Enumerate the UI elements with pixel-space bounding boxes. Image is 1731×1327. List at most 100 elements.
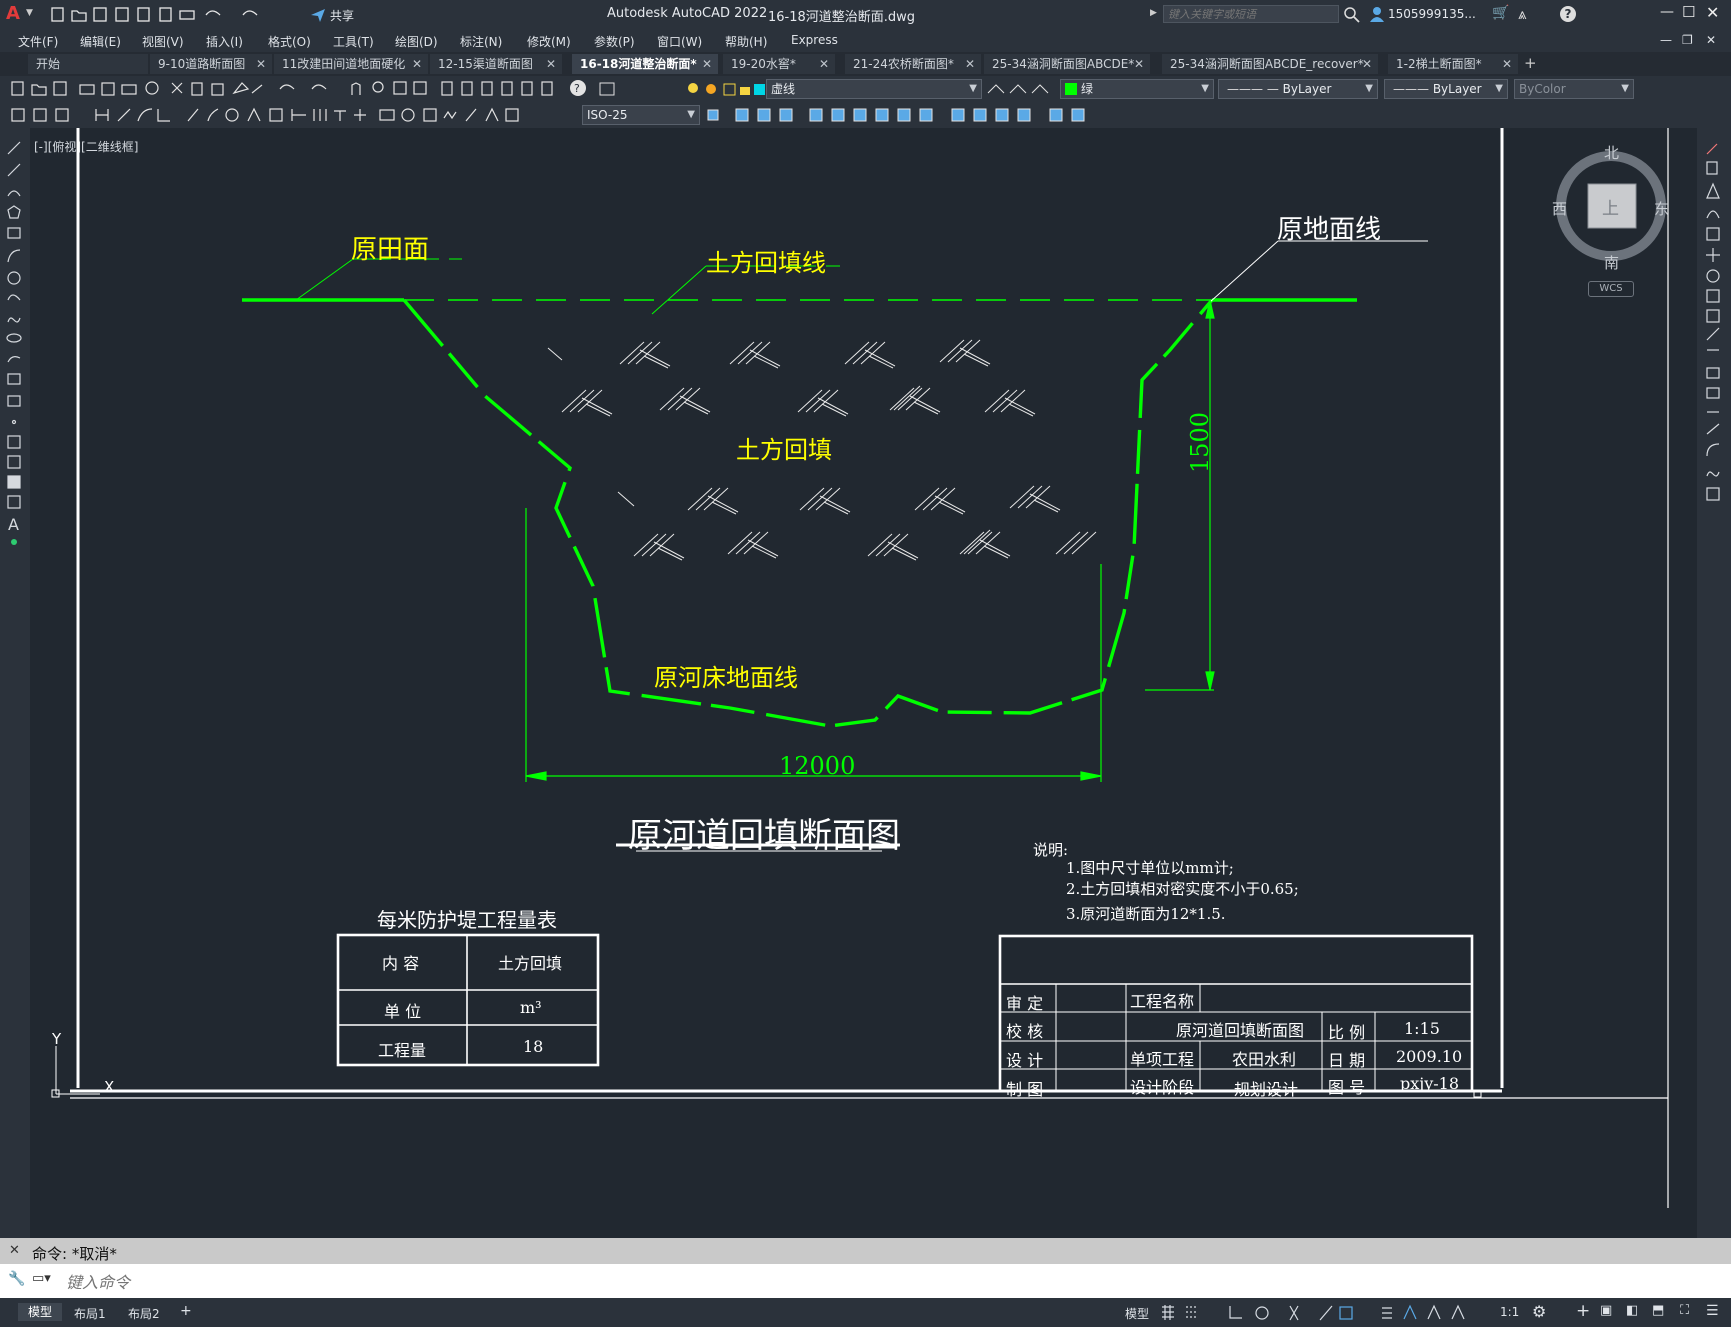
chamfer-icon[interactable] <box>1706 423 1720 435</box>
close-tab-icon[interactable]: ✕ <box>819 54 829 74</box>
trim-icon[interactable] <box>919 108 933 122</box>
object-snap-icon[interactable] <box>1339 1306 1353 1320</box>
wcs-menu[interactable]: WCS <box>1588 281 1634 297</box>
gear-icon[interactable]: ⚙ <box>1532 1302 1546 1321</box>
layout-tab-layout1[interactable]: 布局1 <box>74 1305 106 1322</box>
tab-file[interactable]: 25-34涵洞断面图ABCDE* ✕ <box>984 54 1150 74</box>
tab-file[interactable]: 19-20水窖* ✕ <box>723 54 835 74</box>
baseline-dim-icon[interactable] <box>291 109 306 121</box>
pan-icon[interactable] <box>351 82 361 95</box>
extend-icon[interactable] <box>951 108 965 122</box>
fillet-icon[interactable] <box>1049 108 1063 122</box>
lineweight-dropdown[interactable]: ——— ByLayer ▼ <box>1384 79 1508 99</box>
add-selected-icon[interactable] <box>11 539 17 545</box>
redo-icon[interactable] <box>311 84 327 90</box>
point-icon[interactable] <box>11 419 17 425</box>
layer-state-icon[interactable] <box>11 108 25 122</box>
array-icon[interactable] <box>1706 227 1720 241</box>
zoom-previous-icon[interactable] <box>413 81 427 95</box>
gradient-icon[interactable] <box>7 455 21 469</box>
construction-line-icon[interactable] <box>7 163 21 177</box>
blend-curves-icon[interactable] <box>1706 471 1720 477</box>
copy-icon[interactable] <box>735 108 749 122</box>
close-tab-icon[interactable]: ✕ <box>412 54 422 74</box>
isolate-objects-icon[interactable]: ▣ <box>1600 1303 1612 1318</box>
circle-icon[interactable] <box>7 271 21 285</box>
undo-icon[interactable] <box>279 84 295 90</box>
tab-file[interactable]: 25-34涵洞断面图ABCDE_recover* ✕ <box>1162 54 1378 74</box>
jogged-dim-icon[interactable] <box>207 108 219 122</box>
add-layout-button[interactable]: + <box>180 1303 192 1319</box>
grid-icon[interactable] <box>1162 1305 1174 1320</box>
tab-file[interactable]: 21-24农桥断面图* ✕ <box>845 54 981 74</box>
search-input[interactable] <box>1163 5 1339 23</box>
radius-dim-icon[interactable] <box>187 108 199 122</box>
layer-match-icon[interactable] <box>1009 84 1027 94</box>
polyline-icon[interactable] <box>7 190 21 197</box>
doc-restore-button[interactable]: ❐ <box>1682 33 1693 47</box>
trim-icon[interactable] <box>1706 327 1720 341</box>
copy-icon[interactable] <box>1706 161 1718 175</box>
doc-minimize-button[interactable]: — <box>1660 33 1672 47</box>
insert-block-icon[interactable] <box>7 373 21 385</box>
close-tab-icon[interactable]: ✕ <box>1134 54 1144 74</box>
stretch-icon[interactable] <box>897 108 911 122</box>
menu-modify[interactable]: 修改(M) <box>527 33 571 50</box>
make-current-icon[interactable] <box>987 84 1005 94</box>
close-tab-icon[interactable]: ✕ <box>965 54 975 74</box>
layer-unlock-icon[interactable] <box>740 87 750 95</box>
preview-icon[interactable] <box>101 82 115 96</box>
layer-iso-icon[interactable] <box>33 108 47 122</box>
mtext-icon[interactable]: A <box>8 515 19 534</box>
viewcube-north[interactable]: 北 <box>1604 142 1619 163</box>
close-tab-icon[interactable]: ✕ <box>256 54 266 74</box>
mirror-icon[interactable] <box>1706 182 1720 199</box>
annotation-scale-icon[interactable] <box>1451 1304 1465 1320</box>
rectangle-icon[interactable] <box>7 227 21 239</box>
arc-length-icon[interactable] <box>137 108 153 122</box>
markup-icon[interactable] <box>521 81 533 96</box>
continue-dim-icon[interactable] <box>313 109 327 121</box>
jogged-linear-icon[interactable] <box>443 110 457 120</box>
plus-icon[interactable]: + <box>1576 1301 1590 1321</box>
menu-format[interactable]: 格式(O) <box>268 33 311 50</box>
isodraft-icon[interactable] <box>1289 1305 1299 1321</box>
open-icon[interactable] <box>31 84 47 96</box>
layer-thaw-icon[interactable] <box>706 84 716 94</box>
auto-scale-icon[interactable] <box>1427 1304 1441 1320</box>
tool-palettes-icon[interactable] <box>481 81 493 96</box>
calculator-icon[interactable] <box>541 81 553 96</box>
break-point-icon[interactable] <box>1706 367 1720 379</box>
undo-icon[interactable] <box>205 10 221 16</box>
customize-icon[interactable]: 🔧 <box>8 1271 25 1287</box>
plot-preview-icon[interactable] <box>159 7 172 22</box>
spline-icon[interactable] <box>7 317 21 323</box>
autocad-logo-icon[interactable]: A <box>6 4 26 24</box>
plot-icon[interactable] <box>179 10 195 20</box>
table-icon[interactable] <box>7 495 21 509</box>
3d-dwf-icon[interactable] <box>145 81 159 95</box>
viewcube-top-face[interactable]: 上 <box>1602 194 1619 219</box>
model-space-button[interactable]: 模型 <box>1125 1305 1149 1322</box>
user-icon[interactable] <box>1369 6 1385 22</box>
customization-menu-icon[interactable]: ☰ <box>1706 1303 1719 1319</box>
ellipse-arc-icon[interactable] <box>7 356 21 363</box>
menu-draw[interactable]: 绘图(D) <box>395 33 438 50</box>
tab-start[interactable]: 开始 <box>28 54 148 74</box>
properties-icon[interactable] <box>441 81 453 96</box>
tolerance-icon[interactable] <box>379 109 395 121</box>
dim-style-icon[interactable] <box>707 109 719 121</box>
layer-color-swatch[interactable] <box>754 84 765 95</box>
tab-file[interactable]: 1-2梯土断面图* ✕ <box>1388 54 1518 74</box>
layer-dropdown[interactable]: 虚线 ▼ <box>766 79 982 99</box>
layer-previous-icon[interactable] <box>1031 84 1049 94</box>
dim-edit-icon[interactable] <box>465 108 477 122</box>
menu-insert[interactable]: 插入(I) <box>206 33 243 50</box>
open-file-icon[interactable] <box>71 10 87 22</box>
tab-file[interactable]: 12-15渠道断面图 ✕ <box>430 54 562 74</box>
layout-tab-layout2[interactable]: 布局2 <box>128 1305 160 1322</box>
ellipse-icon[interactable] <box>6 333 22 343</box>
user-name[interactable]: 1505999135... <box>1388 7 1476 21</box>
viewcube-south[interactable]: 南 <box>1604 252 1619 273</box>
mirror-icon[interactable] <box>757 108 771 122</box>
